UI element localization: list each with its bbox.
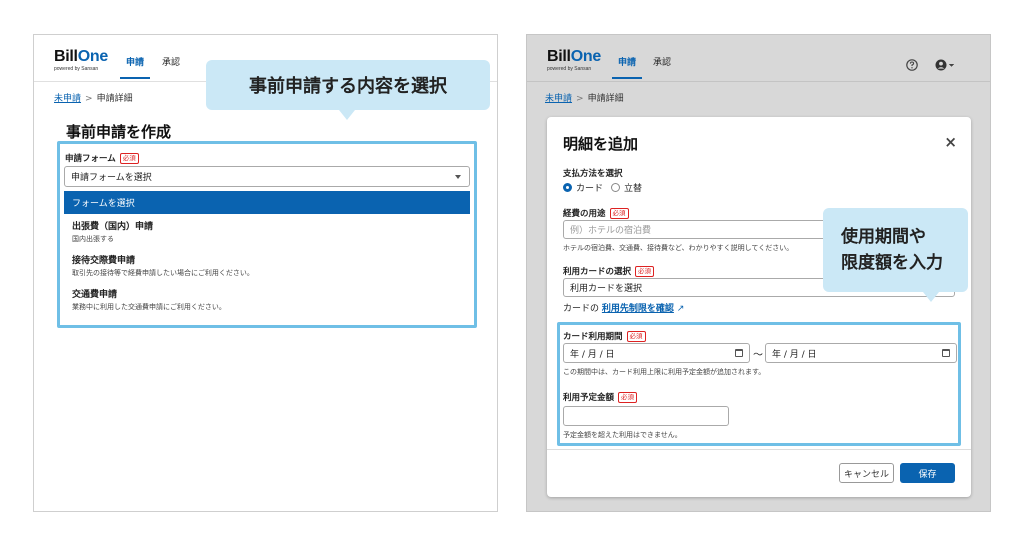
amount-label: 利用予定金額必須 — [563, 391, 637, 403]
logo-text-accent: One — [571, 48, 601, 65]
option-label: フォームを選択 — [72, 196, 135, 209]
save-button[interactable]: 保存 — [900, 463, 955, 483]
form-label-text: 申請フォーム — [65, 154, 116, 164]
option-description: 国内出張する — [72, 234, 472, 244]
callout-text: 事前申請する内容を選択 — [249, 72, 447, 98]
card-limit-prefix: カードの — [563, 304, 599, 314]
card-limit-line: カードの 利用先制限を確認↗ — [563, 301, 684, 314]
radio-unselected-icon[interactable] — [611, 183, 620, 192]
card-period-label: カード利用期間必須 — [563, 330, 646, 342]
date-placeholder: 年 / 月 / 日 — [772, 347, 817, 360]
callout-text-line2: 限度額を入力 — [841, 250, 968, 276]
required-badge: 必須 — [627, 331, 646, 342]
option-description: 取引先の接待等で経費申請したい場合にご利用ください。 — [72, 268, 472, 278]
radio-label-card[interactable]: カード — [576, 181, 603, 194]
header-divider — [527, 81, 990, 82]
chevron-right-icon: > — [576, 94, 584, 104]
logo-text: Bill — [547, 48, 571, 65]
bill-one-logo[interactable]: BillOne powered by Sansan — [547, 49, 601, 72]
option-domestic-travel[interactable]: 出張費（国内）申請 国内出張する — [72, 221, 472, 244]
breadcrumb-current: 申請詳細 — [588, 94, 624, 104]
option-entertainment[interactable]: 接待交際費申請 取引先の接待等で経費申請したい場合にご利用ください。 — [72, 255, 472, 278]
period-label-text: カード利用期間 — [563, 332, 623, 342]
option-description: 業務中に利用した交通費申請にご利用ください。 — [72, 302, 472, 312]
close-icon[interactable]: × — [944, 133, 957, 151]
chevron-down-icon — [455, 175, 461, 179]
form-select-value: 申請フォームを選択 — [71, 170, 152, 183]
page-title: 事前申請を作成 — [66, 121, 171, 142]
calendar-icon[interactable] — [942, 349, 950, 357]
logo-text: Bill — [54, 48, 78, 65]
cancel-button[interactable]: キャンセル — [839, 463, 894, 483]
amount-label-text: 利用予定金額 — [563, 393, 614, 403]
required-badge: 必須 — [610, 208, 629, 219]
callout-text-line1: 使用期間や — [841, 224, 968, 250]
breadcrumb-current: 申請詳細 — [97, 94, 133, 104]
breadcrumb: 未申請 > 申請詳細 — [54, 91, 133, 104]
option-label: 交通費申請 — [72, 289, 472, 301]
breadcrumb-link-unsubmitted[interactable]: 未申請 — [54, 94, 81, 104]
option-label: 出張費（国内）申請 — [72, 221, 472, 233]
header: BillOne powered by Sansan 申請 承認 — [527, 35, 990, 81]
card-select-label: 利用カードの選択必須 — [563, 265, 654, 277]
card-select-value: 利用カードを選択 — [570, 281, 642, 294]
nav-tab-apply[interactable]: 申請 — [126, 57, 144, 69]
date-placeholder: 年 / 月 / 日 — [570, 347, 615, 360]
breadcrumb: 未申請 > 申請詳細 — [545, 91, 624, 104]
bill-one-logo[interactable]: BillOne powered by Sansan — [54, 49, 108, 72]
option-label: 接待交際費申請 — [72, 255, 472, 267]
amount-help: 予定金額を超えた利用はできません。 — [563, 430, 682, 440]
purpose-help: ホテルの宿泊費、交通費、接待費など、わかりやすく説明してください。 — [563, 243, 793, 253]
required-badge: 必須 — [635, 266, 654, 277]
callout-tail — [339, 110, 355, 120]
required-badge: 必須 — [618, 392, 637, 403]
period-start-date-input[interactable]: 年 / 月 / 日 — [563, 343, 750, 363]
question-circle-icon[interactable] — [906, 59, 918, 71]
logo-text-accent: One — [78, 48, 108, 65]
radio-label-reimburse[interactable]: 立替 — [624, 181, 642, 194]
form-select[interactable]: 申請フォームを選択 — [64, 166, 470, 187]
amount-input[interactable] — [563, 406, 729, 426]
purpose-label-text: 経費の用途 — [563, 209, 606, 219]
purpose-placeholder: 例）ホテルの宿泊費 — [570, 223, 651, 236]
breadcrumb-link-unsubmitted[interactable]: 未申請 — [545, 94, 572, 104]
nav-tab-approve[interactable]: 承認 — [162, 57, 180, 69]
card-limit-link[interactable]: 利用先制限を確認 — [602, 304, 674, 314]
nav-tab-approve[interactable]: 承認 — [653, 57, 671, 69]
modal-footer-divider — [547, 449, 971, 450]
option-transportation[interactable]: 交通費申請 業務中に利用した交通費申請にご利用ください。 — [72, 289, 472, 312]
callout-select-content: 事前申請する内容を選択 — [206, 60, 490, 110]
purpose-label: 経費の用途必須 — [563, 207, 629, 219]
option-select-form[interactable]: フォームを選択 — [64, 191, 470, 214]
logo-subtitle: powered by Sansan — [547, 66, 601, 72]
date-range-separator: 〜 — [753, 346, 763, 361]
right-screen: BillOne powered by Sansan 申請 承認 未申請 > 申請詳細… — [526, 34, 991, 512]
callout-enter-period-limit: 使用期間や 限度額を入力 — [823, 208, 968, 292]
chevron-right-icon: > — [85, 94, 93, 104]
modal-title: 明細を追加 — [563, 133, 638, 154]
user-circle-icon[interactable] — [935, 59, 957, 71]
period-help: この期間中は、カード利用上限に利用予定金額が追加されます。 — [563, 367, 765, 377]
add-detail-modal: 明細を追加 × 支払方法を選択 カード 立替 経費の用途必須 例）ホテルの宿泊費… — [547, 117, 971, 497]
radio-selected-icon[interactable] — [563, 183, 572, 192]
calendar-icon[interactable] — [735, 349, 743, 357]
form-field-label: 申請フォーム必須 — [65, 152, 139, 164]
callout-tail — [923, 292, 939, 302]
external-link-icon[interactable]: ↗ — [677, 304, 685, 314]
required-badge: 必須 — [120, 153, 139, 164]
payment-method-radio-group: カード 立替 — [563, 181, 642, 194]
left-screen: BillOne powered by Sansan 申請 承認 未申請 > 申請詳細… — [33, 34, 498, 512]
card-label-text: 利用カードの選択 — [563, 267, 631, 277]
period-end-date-input[interactable]: 年 / 月 / 日 — [765, 343, 957, 363]
nav-tab-apply[interactable]: 申請 — [618, 57, 636, 69]
payment-method-label: 支払方法を選択 — [563, 167, 623, 179]
logo-subtitle: powered by Sansan — [54, 66, 108, 72]
